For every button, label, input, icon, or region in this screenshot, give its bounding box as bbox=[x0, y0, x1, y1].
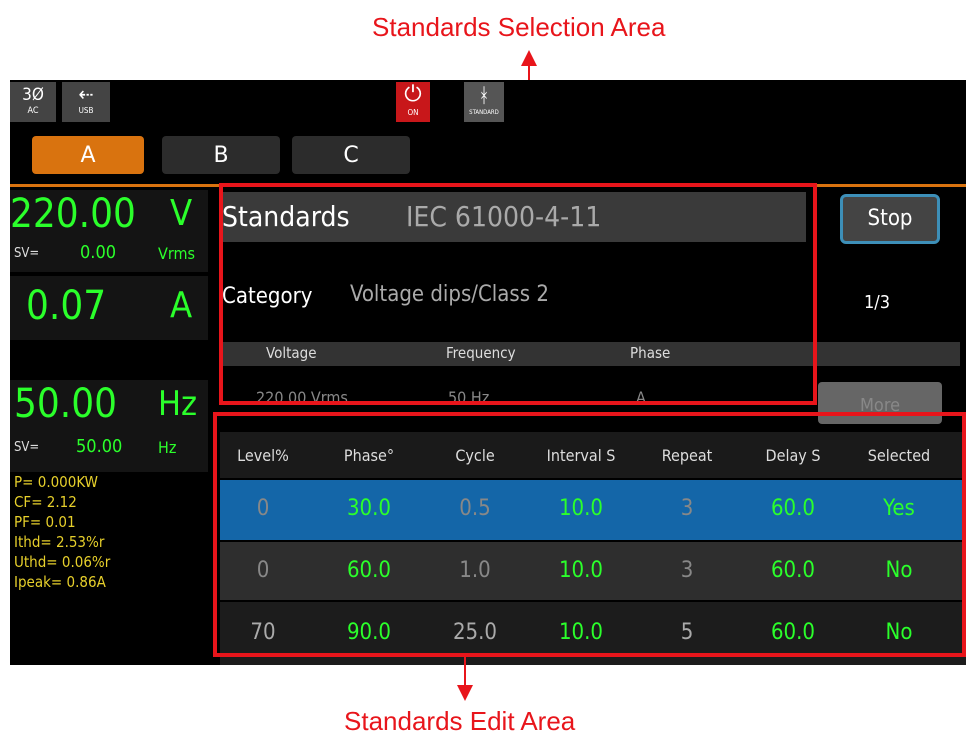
tab-a[interactable]: A bbox=[32, 136, 144, 174]
voltage-sv-unit: Vrms bbox=[158, 244, 195, 263]
voltage-sv-label: SV= bbox=[14, 246, 40, 261]
voltage-meter: 220.00 V SV= 0.00 Vrms bbox=[10, 190, 208, 272]
reading-power: P= 0.000KW bbox=[14, 473, 99, 491]
reading-ipeak: Ipeak= 0.86A bbox=[14, 573, 106, 591]
power-readings: P= 0.000KW CF= 2.12 PF= 0.01 Ithd= 2.53%… bbox=[14, 472, 208, 592]
voltage-value: 220.00 bbox=[10, 191, 136, 237]
phase-mode-icon: 3Ø AC bbox=[10, 82, 56, 122]
current-value: 0.07 bbox=[26, 283, 107, 329]
arrow-down-icon bbox=[456, 657, 474, 701]
reading-pf: PF= 0.01 bbox=[14, 513, 76, 531]
current-meter: 0.07 A bbox=[10, 276, 208, 340]
frequency-unit: Hz bbox=[158, 384, 198, 424]
frequency-value: 50.00 bbox=[14, 381, 117, 427]
current-unit: A bbox=[170, 285, 193, 326]
page-indicator: 1/3 bbox=[864, 292, 891, 313]
standards-edit-area-callout: Standards Edit Area bbox=[344, 706, 576, 736]
frequency-meter: 50.00 Hz SV= 50.00 Hz bbox=[10, 380, 208, 472]
reading-ithd: Ithd= 2.53%r bbox=[14, 533, 105, 551]
frequency-sv-value: 50.00 bbox=[76, 436, 123, 457]
reading-uthd: Uthd= 0.06%r bbox=[14, 553, 111, 571]
tab-c[interactable]: C bbox=[292, 136, 410, 174]
reading-cf: CF= 2.12 bbox=[14, 493, 77, 511]
power-on-icon[interactable]: ⏻ ON bbox=[396, 82, 430, 122]
voltage-unit: V bbox=[170, 193, 193, 234]
voltage-sv-value: 0.00 bbox=[80, 242, 117, 263]
standards-selection-highlight bbox=[219, 183, 817, 405]
stop-button[interactable]: Stop bbox=[840, 194, 940, 244]
standards-edit-highlight bbox=[213, 412, 966, 657]
frequency-sv-unit: Hz bbox=[158, 438, 177, 457]
tab-b[interactable]: B bbox=[162, 136, 280, 174]
standards-selection-area-callout: Standards Selection Area bbox=[372, 12, 666, 42]
frequency-sv-label: SV= bbox=[14, 440, 40, 455]
usb-icon: ⇠ USB bbox=[62, 82, 110, 122]
standard-mode-icon: ᚼ STANDARD bbox=[464, 82, 504, 122]
